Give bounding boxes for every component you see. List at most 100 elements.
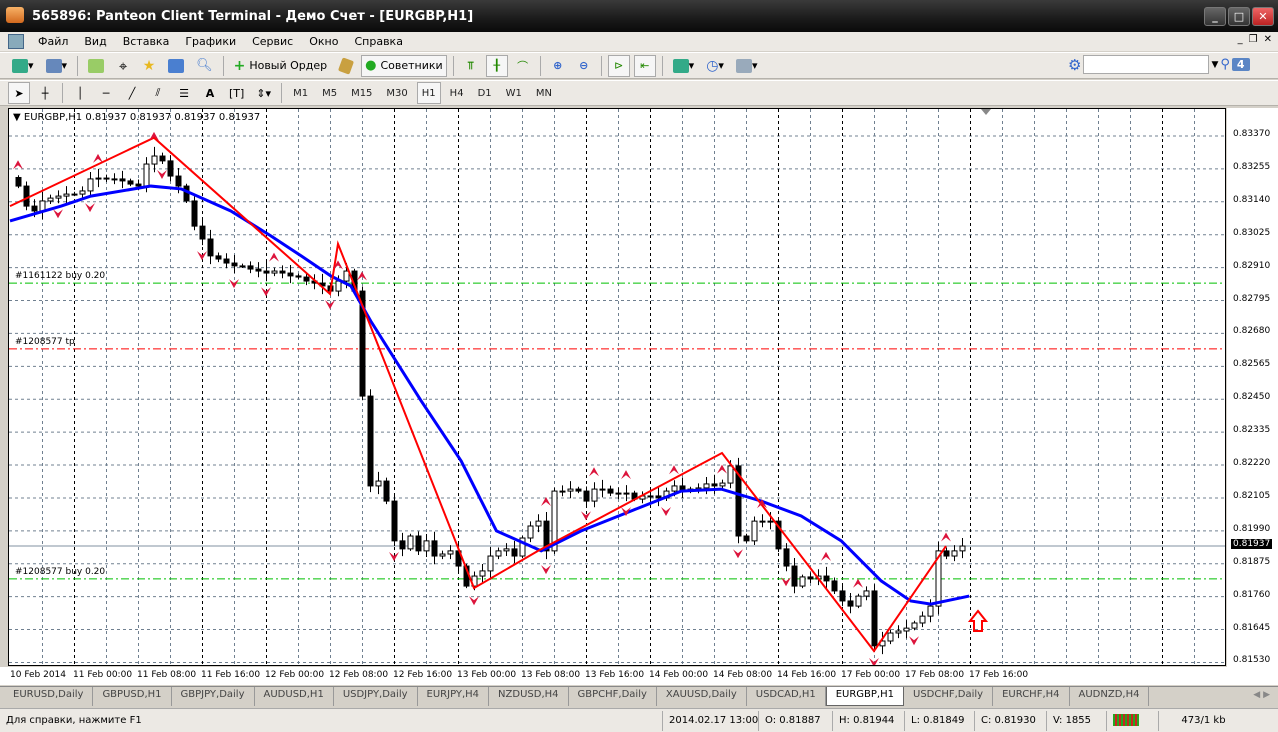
minimize-button[interactable]: _ bbox=[1204, 7, 1226, 26]
templates-button[interactable]: ▾ bbox=[732, 55, 762, 77]
candle-bull bbox=[407, 535, 414, 550]
time-tick-label: 14 Feb 00:00 bbox=[649, 670, 709, 680]
bar-chart-button[interactable]: ⫪ bbox=[460, 55, 482, 77]
zoom-out-button[interactable]: ⊖ bbox=[573, 55, 595, 77]
candle-bear bbox=[247, 265, 254, 270]
line-chart-button[interactable]: ⌒ bbox=[512, 55, 534, 77]
strategy-tester-button[interactable]: 🔍︎ bbox=[192, 55, 217, 77]
candle-bear bbox=[175, 175, 182, 187]
tab-eurchf-h4[interactable]: EURCHF,H4 bbox=[993, 687, 1070, 706]
notifications-button[interactable]: 4 bbox=[1231, 58, 1250, 71]
menu-window[interactable]: Окно bbox=[301, 35, 346, 48]
timeframe-w1[interactable]: W1 bbox=[501, 82, 527, 104]
tab-usdchf-daily[interactable]: USDCHF,Daily bbox=[904, 687, 994, 706]
timeframe-h4[interactable]: H4 bbox=[445, 82, 469, 104]
data-window-button[interactable]: ⌖ bbox=[112, 55, 134, 77]
periods-button[interactable]: ◷ ▾ bbox=[702, 55, 728, 77]
timeframe-m30[interactable]: M30 bbox=[381, 82, 412, 104]
tab-audnzd-h4[interactable]: AUDNZD,H4 bbox=[1070, 687, 1150, 706]
crosshair-button[interactable]: ┼ bbox=[34, 82, 56, 104]
price-tick-label: 0.81530 bbox=[1233, 655, 1271, 666]
chart-shift-button[interactable]: ⇤ bbox=[633, 54, 656, 77]
menu-charts[interactable]: Графики bbox=[177, 35, 244, 48]
price-tick-label: 0.81875 bbox=[1233, 556, 1271, 567]
horizontal-line-button[interactable]: ─ bbox=[95, 82, 117, 104]
status-open: O: 0.81887 bbox=[758, 710, 832, 731]
tab-eurusd-daily[interactable]: EURUSD,Daily bbox=[4, 687, 94, 706]
tab-gbpjpy-daily[interactable]: GBPJPY,Daily bbox=[172, 687, 255, 706]
mdi-minimize-button[interactable]: _ bbox=[1238, 34, 1243, 45]
search-dropdown-button[interactable]: ▼ bbox=[1211, 60, 1218, 70]
trendline-button[interactable]: ╱ bbox=[121, 82, 143, 104]
navigator-button[interactable]: ★ bbox=[138, 55, 160, 77]
vertical-line-button[interactable]: │ bbox=[69, 82, 91, 104]
timeframe-mn[interactable]: MN bbox=[531, 82, 557, 104]
new-chart-button[interactable]: ▾ bbox=[8, 55, 38, 77]
tab-audusd-h1[interactable]: AUDUSD,H1 bbox=[255, 687, 334, 706]
arrows-button[interactable]: ⇕▾ bbox=[252, 82, 275, 104]
terminal-button[interactable] bbox=[164, 55, 188, 77]
tab-usdjpy-daily[interactable]: USDJPY,Daily bbox=[334, 687, 418, 706]
crosshair-icon: ┼ bbox=[41, 86, 49, 100]
menu-view[interactable]: Вид bbox=[76, 35, 114, 48]
fractal-up-arrow bbox=[853, 578, 863, 588]
text-label-button[interactable]: [T] bbox=[225, 82, 248, 104]
profiles-icon bbox=[45, 58, 62, 73]
tab-scroll-arrows[interactable]: ◀ ▶ bbox=[1253, 690, 1270, 700]
timeframe-h1[interactable]: H1 bbox=[416, 82, 441, 104]
mdi-restore-button[interactable]: ❐ bbox=[1249, 34, 1258, 45]
indicators-button[interactable]: ▾ bbox=[669, 55, 699, 77]
arrows-icon: ⇕▾ bbox=[256, 86, 272, 100]
zoom-in-button[interactable]: ⊕ bbox=[547, 55, 569, 77]
tab-eurgbp-h1[interactable]: EURGBP,H1 bbox=[825, 687, 904, 706]
auto-scroll-button[interactable]: ⊳ bbox=[607, 54, 630, 77]
new-order-icon: + bbox=[233, 57, 246, 74]
text-button[interactable]: A bbox=[199, 82, 221, 104]
fibonacci-button[interactable]: ☰ bbox=[173, 82, 195, 104]
menu-help[interactable]: Справка bbox=[346, 35, 410, 48]
tab-gbpusd-h1[interactable]: GBPUSD,H1 bbox=[93, 687, 172, 706]
candlestick-icon: ╂ bbox=[493, 59, 500, 72]
timeframe-m15[interactable]: M15 bbox=[346, 82, 377, 104]
cursor-button[interactable]: ➤ bbox=[8, 82, 30, 104]
search-input[interactable] bbox=[1083, 55, 1210, 74]
chart-window-icon[interactable] bbox=[8, 34, 24, 49]
menu-tools[interactable]: Сервис bbox=[244, 35, 301, 48]
price-axis[interactable]: 0.83370 0.83255 0.83140 0.83025 0.82910 0.827… bbox=[1227, 108, 1278, 668]
menu-insert[interactable]: Вставка bbox=[115, 35, 178, 48]
title-bar: 565896: Panteon Client Terminal - Демо С… bbox=[0, 0, 1278, 32]
menu-file[interactable]: Файл bbox=[30, 35, 76, 48]
tab-usdcad-h1[interactable]: USDCAD,H1 bbox=[747, 687, 826, 706]
timeframe-m1[interactable]: M1 bbox=[288, 82, 313, 104]
new-order-button[interactable]: + Новый Ордер bbox=[230, 55, 332, 77]
time-axis[interactable]: 10 Feb 2014 11 Feb 00:00 11 Feb 08:00 11 Fe… bbox=[0, 667, 1278, 685]
market-watch-button[interactable] bbox=[84, 55, 108, 77]
timeframe-m5[interactable]: M5 bbox=[317, 82, 342, 104]
timeframe-d1[interactable]: D1 bbox=[473, 82, 497, 104]
equidistant-channel-button[interactable]: ⫽ bbox=[147, 82, 169, 104]
gear-icon[interactable]: ⚙ bbox=[1068, 56, 1081, 74]
price-tick-label: 0.82910 bbox=[1233, 260, 1271, 271]
search-icon[interactable]: ⚲ bbox=[1220, 57, 1230, 72]
close-button[interactable]: ✕ bbox=[1252, 7, 1274, 26]
tab-xauusd-daily[interactable]: XAUUSD,Daily bbox=[657, 687, 747, 706]
tab-gbpchf-daily[interactable]: GBPCHF,Daily bbox=[569, 687, 657, 706]
chart-canvas[interactable] bbox=[9, 109, 1226, 666]
price-chart[interactable]: ▼ EURGBP,H1 0.81937 0.81937 0.81937 0.81… bbox=[8, 108, 1226, 666]
time-tick-label: 13 Feb 16:00 bbox=[585, 670, 645, 680]
price-tick-label: 0.82220 bbox=[1233, 458, 1271, 469]
candlestick-button[interactable]: ╂ bbox=[485, 54, 508, 77]
profiles-button[interactable]: ▾ bbox=[42, 55, 72, 77]
metaeditor-button[interactable] bbox=[335, 55, 357, 77]
fractal-up-arrow bbox=[821, 551, 831, 561]
zoom-out-icon: ⊖ bbox=[579, 59, 589, 72]
time-tick-label: 17 Feb 16:00 bbox=[969, 670, 1029, 680]
tab-eurjpy-h4[interactable]: EURJPY,H4 bbox=[418, 687, 490, 706]
chart-menu-icon[interactable]: ▼ bbox=[13, 112, 24, 123]
tab-nzdusd-h4[interactable]: NZDUSD,H4 bbox=[489, 687, 569, 706]
experts-button[interactable]: ● Советники bbox=[361, 54, 447, 77]
candle-bear bbox=[615, 492, 622, 495]
vertical-line-icon: │ bbox=[76, 86, 84, 100]
maximize-button[interactable]: □ bbox=[1228, 7, 1250, 26]
mdi-close-button[interactable]: ✕ bbox=[1264, 34, 1272, 45]
